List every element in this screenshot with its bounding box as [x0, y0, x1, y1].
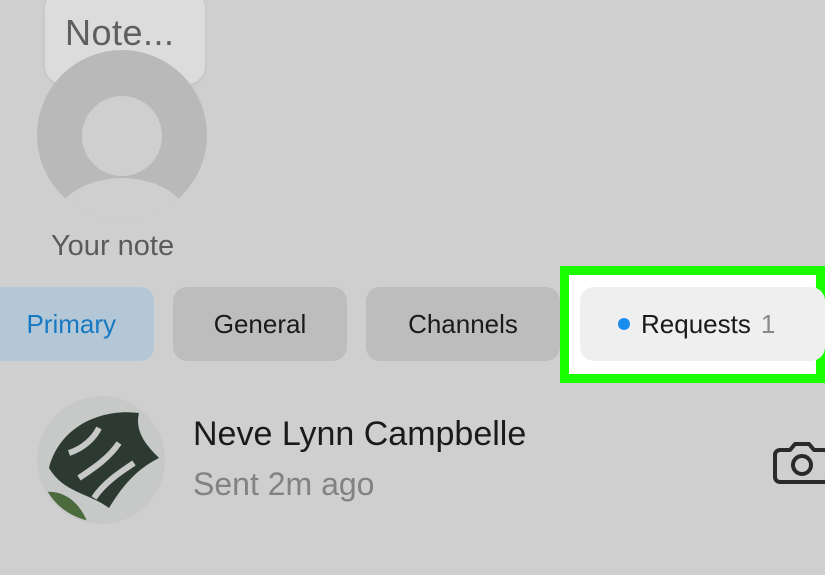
- note-bubble-text: Note...: [65, 12, 175, 53]
- message-status: Sent 2m ago: [193, 466, 375, 502]
- tab-primary-label: Primary: [26, 308, 116, 339]
- tab-general[interactable]: General: [173, 287, 347, 361]
- your-note-avatar[interactable]: [37, 50, 207, 220]
- contact-avatar[interactable]: [37, 396, 165, 524]
- tab-channels[interactable]: Channels: [366, 287, 560, 361]
- your-note-label: Your note: [51, 230, 175, 262]
- monstera-leaf-image: [39, 398, 163, 522]
- tab-requests-label: Requests: [641, 308, 751, 339]
- tab-requests[interactable]: Requests 1: [580, 287, 825, 361]
- tab-requests-count: 1: [760, 308, 776, 339]
- avatar-placeholder-head: [82, 96, 162, 176]
- tab-primary[interactable]: Primary: [0, 287, 154, 361]
- avatar-placeholder-body: [52, 178, 192, 220]
- camera-icon[interactable]: [772, 432, 825, 492]
- tab-general-label: General: [213, 308, 307, 339]
- unread-dot-icon: [618, 318, 630, 330]
- contact-name: Neve Lynn Campbelle: [193, 415, 527, 453]
- tab-channels-label: Channels: [408, 308, 518, 339]
